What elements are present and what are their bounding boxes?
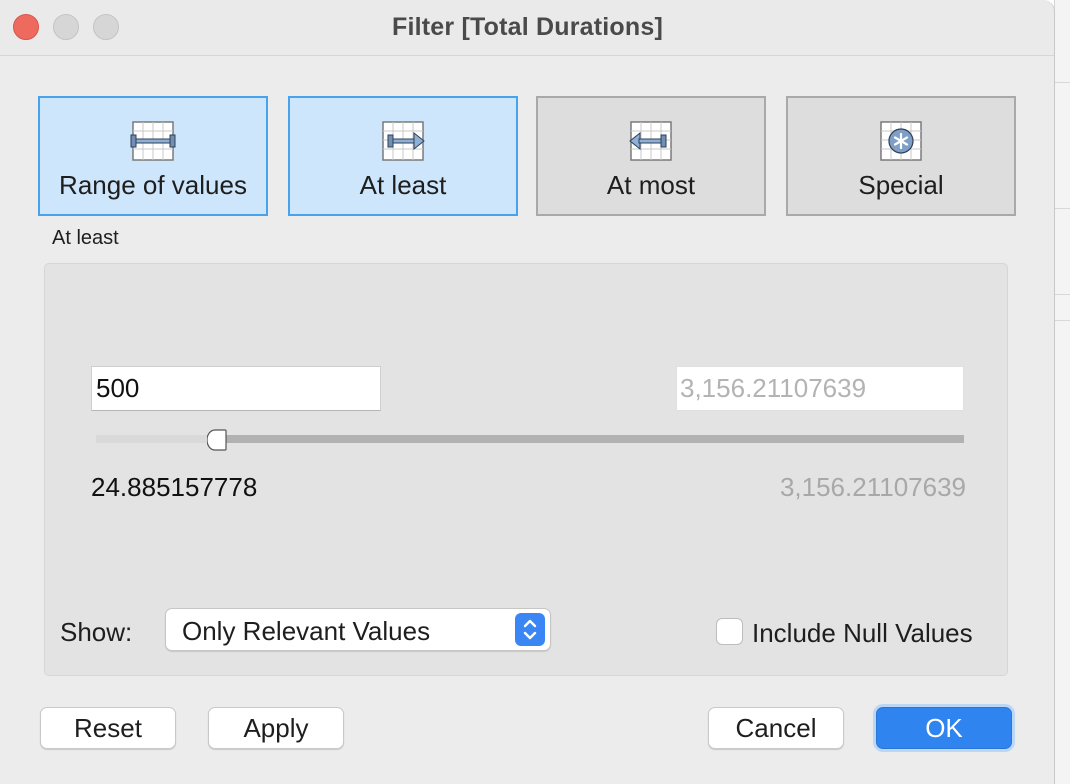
title-bar: Filter [Total Durations] bbox=[0, 0, 1054, 56]
at-least-icon bbox=[382, 121, 425, 161]
slider-track-unselected bbox=[96, 435, 216, 443]
show-select-value: Only Relevant Values bbox=[182, 616, 431, 646]
range-min-label: 24.885157778 bbox=[91, 472, 258, 502]
cancel-button[interactable]: Cancel bbox=[708, 707, 844, 749]
show-values-select[interactable]: Only Relevant Values bbox=[165, 608, 551, 651]
special-button[interactable]: Special bbox=[786, 96, 1016, 216]
slider-thumb[interactable] bbox=[207, 429, 227, 451]
filter-mode-heading: At least bbox=[52, 227, 119, 249]
slider-track-selected bbox=[216, 435, 964, 443]
mode-label: Range of values bbox=[59, 170, 247, 200]
range-of-values-icon bbox=[130, 121, 176, 161]
chevron-up-down-icon bbox=[523, 619, 537, 640]
include-null-label[interactable]: Include Null Values bbox=[752, 618, 973, 649]
apply-button[interactable]: Apply bbox=[208, 707, 344, 749]
select-stepper bbox=[515, 613, 545, 646]
at-most-button[interactable]: At most bbox=[536, 96, 766, 216]
at-most-icon bbox=[629, 121, 672, 161]
special-icon bbox=[880, 121, 922, 161]
mode-label: Special bbox=[858, 170, 944, 200]
at-least-button[interactable]: At least bbox=[288, 96, 518, 216]
mode-label: At most bbox=[606, 170, 696, 200]
filter-dialog: Filter [Total Durations] Range of values bbox=[0, 0, 1055, 784]
min-value-input[interactable] bbox=[91, 366, 381, 411]
range-of-values-button[interactable]: Range of values bbox=[38, 96, 268, 216]
ok-button[interactable]: OK bbox=[876, 707, 1012, 749]
reset-button[interactable]: Reset bbox=[40, 707, 176, 749]
show-label: Show: bbox=[60, 617, 133, 647]
include-null-checkbox[interactable] bbox=[716, 618, 743, 645]
background-window-edge bbox=[1054, 0, 1070, 784]
max-value-input bbox=[676, 366, 964, 411]
window-title: Filter [Total Durations] bbox=[392, 13, 663, 41]
mode-label: At least bbox=[359, 170, 447, 200]
range-max-label: 3,156.21107639 bbox=[779, 472, 966, 502]
